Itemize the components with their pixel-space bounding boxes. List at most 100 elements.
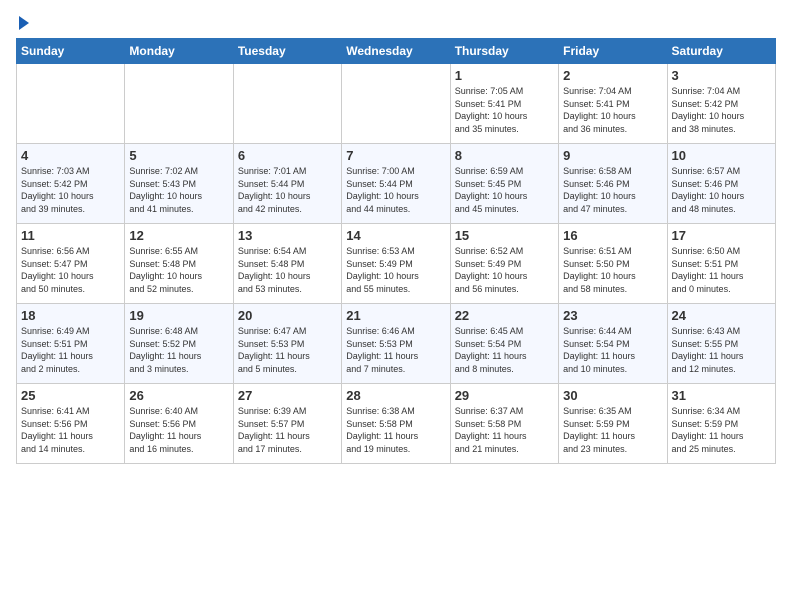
day-number: 7 (346, 148, 445, 163)
col-header-tuesday: Tuesday (233, 39, 341, 64)
day-detail: Sunrise: 6:43 AM Sunset: 5:55 PM Dayligh… (672, 325, 771, 375)
day-detail: Sunrise: 6:49 AM Sunset: 5:51 PM Dayligh… (21, 325, 120, 375)
col-header-sunday: Sunday (17, 39, 125, 64)
day-number: 4 (21, 148, 120, 163)
day-number: 10 (672, 148, 771, 163)
day-detail: Sunrise: 6:55 AM Sunset: 5:48 PM Dayligh… (129, 245, 228, 295)
day-number: 31 (672, 388, 771, 403)
day-detail: Sunrise: 6:37 AM Sunset: 5:58 PM Dayligh… (455, 405, 554, 455)
day-detail: Sunrise: 6:38 AM Sunset: 5:58 PM Dayligh… (346, 405, 445, 455)
calendar-cell: 4 Sunrise: 7:03 AM Sunset: 5:42 PM Daylig… (17, 144, 125, 224)
calendar-cell: 3 Sunrise: 7:04 AM Sunset: 5:42 PM Daylig… (667, 64, 775, 144)
calendar-cell: 25 Sunrise: 6:41 AM Sunset: 5:56 PM Dayli… (17, 384, 125, 464)
day-detail: Sunrise: 7:01 AM Sunset: 5:44 PM Dayligh… (238, 165, 337, 215)
day-number: 6 (238, 148, 337, 163)
calendar-cell: 2 Sunrise: 7:04 AM Sunset: 5:41 PM Daylig… (559, 64, 667, 144)
week-row-5: 25 Sunrise: 6:41 AM Sunset: 5:56 PM Dayli… (17, 384, 776, 464)
day-detail: Sunrise: 7:05 AM Sunset: 5:41 PM Dayligh… (455, 85, 554, 135)
day-number: 5 (129, 148, 228, 163)
week-row-3: 11 Sunrise: 6:56 AM Sunset: 5:47 PM Dayli… (17, 224, 776, 304)
logo (16, 16, 29, 30)
calendar-cell: 27 Sunrise: 6:39 AM Sunset: 5:57 PM Dayli… (233, 384, 341, 464)
day-number: 11 (21, 228, 120, 243)
day-detail: Sunrise: 6:40 AM Sunset: 5:56 PM Dayligh… (129, 405, 228, 455)
day-number: 27 (238, 388, 337, 403)
day-number: 13 (238, 228, 337, 243)
day-detail: Sunrise: 6:34 AM Sunset: 5:59 PM Dayligh… (672, 405, 771, 455)
day-detail: Sunrise: 7:02 AM Sunset: 5:43 PM Dayligh… (129, 165, 228, 215)
week-row-4: 18Sunrise: 6:49 AM Sunset: 5:51 PM Dayli… (17, 304, 776, 384)
day-detail: Sunrise: 6:59 AM Sunset: 5:45 PM Dayligh… (455, 165, 554, 215)
day-detail: Sunrise: 6:51 AM Sunset: 5:50 PM Dayligh… (563, 245, 662, 295)
day-detail: Sunrise: 6:58 AM Sunset: 5:46 PM Dayligh… (563, 165, 662, 215)
day-number: 12 (129, 228, 228, 243)
calendar-table: SundayMondayTuesdayWednesdayThursdayFrid… (16, 38, 776, 464)
calendar-cell: 13 Sunrise: 6:54 AM Sunset: 5:48 PM Dayli… (233, 224, 341, 304)
calendar-cell: 6 Sunrise: 7:01 AM Sunset: 5:44 PM Daylig… (233, 144, 341, 224)
calendar-cell: 30Sunrise: 6:35 AM Sunset: 5:59 PM Dayli… (559, 384, 667, 464)
calendar-cell: 18Sunrise: 6:49 AM Sunset: 5:51 PM Dayli… (17, 304, 125, 384)
calendar-cell (17, 64, 125, 144)
day-detail: Sunrise: 6:53 AM Sunset: 5:49 PM Dayligh… (346, 245, 445, 295)
calendar-cell: 29 Sunrise: 6:37 AM Sunset: 5:58 PM Dayli… (450, 384, 558, 464)
day-detail: Sunrise: 6:45 AM Sunset: 5:54 PM Dayligh… (455, 325, 554, 375)
col-header-wednesday: Wednesday (342, 39, 450, 64)
day-number: 8 (455, 148, 554, 163)
calendar-cell: 21Sunrise: 6:46 AM Sunset: 5:53 PM Dayli… (342, 304, 450, 384)
calendar-cell: 24 Sunrise: 6:43 AM Sunset: 5:55 PM Dayli… (667, 304, 775, 384)
day-number: 20 (238, 308, 337, 323)
calendar-cell: 31 Sunrise: 6:34 AM Sunset: 5:59 PM Dayli… (667, 384, 775, 464)
col-header-friday: Friday (559, 39, 667, 64)
calendar-cell: 11 Sunrise: 6:56 AM Sunset: 5:47 PM Dayli… (17, 224, 125, 304)
calendar-cell: 10 Sunrise: 6:57 AM Sunset: 5:46 PM Dayli… (667, 144, 775, 224)
day-number: 14 (346, 228, 445, 243)
day-number: 16 (563, 228, 662, 243)
day-detail: Sunrise: 7:04 AM Sunset: 5:42 PM Dayligh… (672, 85, 771, 135)
day-detail: Sunrise: 6:39 AM Sunset: 5:57 PM Dayligh… (238, 405, 337, 455)
day-detail: Sunrise: 6:35 AM Sunset: 5:59 PM Dayligh… (563, 405, 662, 455)
day-detail: Sunrise: 6:57 AM Sunset: 5:46 PM Dayligh… (672, 165, 771, 215)
day-number: 24 (672, 308, 771, 323)
calendar-body: 1Sunrise: 7:05 AM Sunset: 5:41 PM Daylig… (17, 64, 776, 464)
day-number: 3 (672, 68, 771, 83)
calendar-cell: 12 Sunrise: 6:55 AM Sunset: 5:48 PM Dayli… (125, 224, 233, 304)
day-detail: Sunrise: 6:41 AM Sunset: 5:56 PM Dayligh… (21, 405, 120, 455)
col-header-thursday: Thursday (450, 39, 558, 64)
day-detail: Sunrise: 6:47 AM Sunset: 5:53 PM Dayligh… (238, 325, 337, 375)
calendar-cell: 17 Sunrise: 6:50 AM Sunset: 5:51 PM Dayli… (667, 224, 775, 304)
calendar-cell: 23 Sunrise: 6:44 AM Sunset: 5:54 PM Dayli… (559, 304, 667, 384)
day-detail: Sunrise: 6:44 AM Sunset: 5:54 PM Dayligh… (563, 325, 662, 375)
calendar-cell: 15 Sunrise: 6:52 AM Sunset: 5:49 PM Dayli… (450, 224, 558, 304)
day-number: 9 (563, 148, 662, 163)
day-detail: Sunrise: 6:46 AM Sunset: 5:53 PM Dayligh… (346, 325, 445, 375)
day-detail: Sunrise: 7:00 AM Sunset: 5:44 PM Dayligh… (346, 165, 445, 215)
day-detail: Sunrise: 7:04 AM Sunset: 5:41 PM Dayligh… (563, 85, 662, 135)
day-detail: Sunrise: 6:52 AM Sunset: 5:49 PM Dayligh… (455, 245, 554, 295)
calendar-cell: 20 Sunrise: 6:47 AM Sunset: 5:53 PM Dayli… (233, 304, 341, 384)
day-detail: Sunrise: 7:03 AM Sunset: 5:42 PM Dayligh… (21, 165, 120, 215)
day-number: 23 (563, 308, 662, 323)
day-number: 29 (455, 388, 554, 403)
day-detail: Sunrise: 6:56 AM Sunset: 5:47 PM Dayligh… (21, 245, 120, 295)
calendar-cell: 16 Sunrise: 6:51 AM Sunset: 5:50 PM Dayli… (559, 224, 667, 304)
day-number: 2 (563, 68, 662, 83)
calendar-cell: 1Sunrise: 7:05 AM Sunset: 5:41 PM Daylig… (450, 64, 558, 144)
calendar-cell: 19Sunrise: 6:48 AM Sunset: 5:52 PM Dayli… (125, 304, 233, 384)
day-number: 17 (672, 228, 771, 243)
calendar-cell (342, 64, 450, 144)
day-detail: Sunrise: 6:54 AM Sunset: 5:48 PM Dayligh… (238, 245, 337, 295)
calendar-cell: 5 Sunrise: 7:02 AM Sunset: 5:43 PM Daylig… (125, 144, 233, 224)
calendar-cell: 9 Sunrise: 6:58 AM Sunset: 5:46 PM Daylig… (559, 144, 667, 224)
calendar-cell (125, 64, 233, 144)
day-number: 15 (455, 228, 554, 243)
col-header-saturday: Saturday (667, 39, 775, 64)
day-number: 28 (346, 388, 445, 403)
week-row-1: 1Sunrise: 7:05 AM Sunset: 5:41 PM Daylig… (17, 64, 776, 144)
day-number: 19 (129, 308, 228, 323)
week-row-2: 4 Sunrise: 7:03 AM Sunset: 5:42 PM Daylig… (17, 144, 776, 224)
calendar-cell (233, 64, 341, 144)
day-number: 26 (129, 388, 228, 403)
page-header (16, 16, 776, 30)
day-detail: Sunrise: 6:50 AM Sunset: 5:51 PM Dayligh… (672, 245, 771, 295)
day-number: 25 (21, 388, 120, 403)
